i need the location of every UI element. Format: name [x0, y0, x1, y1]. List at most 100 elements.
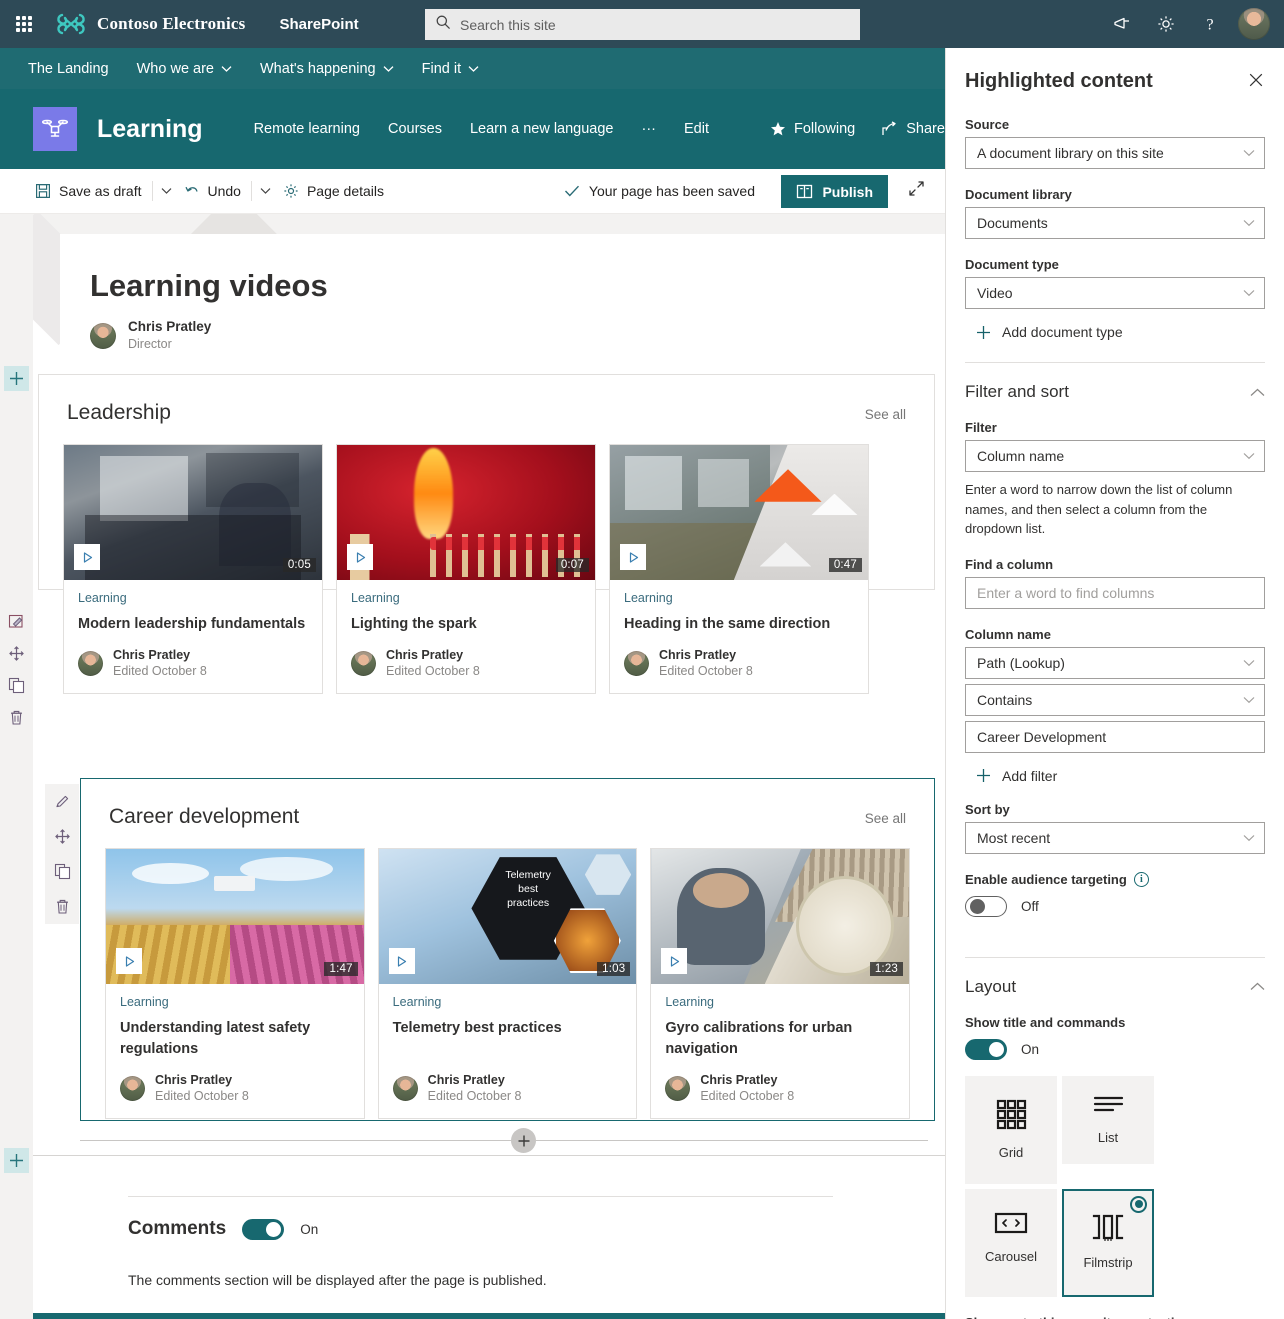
filter-value-input[interactable]: Career Development: [965, 720, 1265, 753]
duplicate-webpart-icon[interactable]: [45, 854, 79, 889]
video-card[interactable]: 0:07 Learning Lighting the spark Chris P…: [336, 444, 596, 694]
card-category[interactable]: Learning: [78, 591, 308, 605]
chevron-down-icon: [1243, 453, 1255, 460]
app-launcher-icon[interactable]: [0, 0, 48, 48]
play-icon[interactable]: [620, 544, 646, 570]
card-category[interactable]: Learning: [624, 591, 854, 605]
search-box[interactable]: [425, 9, 860, 40]
card-author: Chris Pratley: [386, 648, 464, 663]
webpart-career-development[interactable]: Career development See all 1:47 Learning…: [80, 778, 935, 1121]
layout-option-filmstrip[interactable]: Filmstrip: [1062, 1188, 1154, 1297]
column-name-dropdown[interactable]: Path (Lookup): [965, 646, 1265, 679]
info-icon[interactable]: i: [1133, 871, 1149, 887]
undo-button[interactable]: Undo: [177, 177, 248, 205]
video-thumbnail[interactable]: Telemetry best practices 1:03: [378, 849, 637, 984]
video-thumbnail[interactable]: 1:47: [106, 849, 364, 984]
video-card[interactable]: 0:47 Learning Heading in the same direct…: [609, 444, 869, 694]
add-section-button-top[interactable]: [4, 366, 29, 391]
brand-name[interactable]: Contoso Electronics: [97, 14, 245, 34]
edit-section-pencil-icon[interactable]: [5, 610, 28, 633]
delete-webpart-trash-icon[interactable]: [45, 889, 79, 924]
play-icon[interactable]: [74, 544, 100, 570]
find-a-column-input[interactable]: Enter a word to find columns: [965, 576, 1265, 609]
delete-section-trash-icon[interactable]: [5, 706, 28, 729]
site-nav-learn-a-new-language[interactable]: Learn a new language: [470, 121, 614, 137]
source-dropdown[interactable]: A document library on this site: [965, 137, 1265, 169]
comments-toggle[interactable]: [242, 1218, 285, 1240]
card-title[interactable]: Modern leadership fundamentals: [78, 614, 308, 635]
video-card[interactable]: 0:05 Learning Modern leadership fundamen…: [63, 444, 323, 694]
add-filter-button[interactable]: Add filter: [976, 768, 1265, 784]
add-document-type-button[interactable]: Add document type: [976, 324, 1265, 340]
card-category[interactable]: Learning: [351, 591, 581, 605]
webpart-leadership[interactable]: Leadership See all 0:05 Learning Modern …: [38, 374, 935, 694]
play-icon[interactable]: [116, 948, 142, 974]
filter-value: Column name: [977, 448, 1065, 464]
nav-item-who-we-are[interactable]: Who we are: [137, 61, 232, 77]
video-thumbnail[interactable]: 0:07: [337, 445, 595, 580]
add-section-circle-button[interactable]: [511, 1128, 536, 1153]
video-thumbnail[interactable]: 0:47: [610, 445, 868, 580]
save-options-chevron-down-icon[interactable]: [156, 181, 177, 201]
chevron-down-icon: [1243, 834, 1255, 841]
nav-item-the-landing[interactable]: The Landing: [28, 61, 109, 77]
share-button[interactable]: Share: [881, 121, 945, 137]
close-icon[interactable]: [1246, 70, 1266, 95]
expand-icon[interactable]: [908, 180, 925, 202]
video-card[interactable]: Telemetry best practices 1:03 Learning Tel…: [377, 848, 638, 1119]
layout-section-header[interactable]: Layout: [965, 958, 1265, 997]
filter-operator-dropdown[interactable]: Contains: [965, 683, 1265, 716]
card-title[interactable]: Heading in the same direction: [624, 614, 854, 635]
card-title[interactable]: Telemetry best practices: [393, 1018, 623, 1039]
nav-item-find-it[interactable]: Find it: [422, 61, 480, 77]
layout-option-carousel[interactable]: Carousel: [965, 1188, 1057, 1297]
document-type-dropdown[interactable]: Video: [965, 277, 1265, 309]
site-nav-remote-learning[interactable]: Remote learning: [254, 121, 360, 137]
card-category[interactable]: Learning: [393, 995, 623, 1009]
layout-option-grid[interactable]: Grid: [965, 1075, 1057, 1184]
play-icon[interactable]: [347, 544, 373, 570]
video-thumbnail[interactable]: 1:23: [651, 849, 910, 984]
filter-dropdown[interactable]: Column name: [965, 440, 1265, 472]
video-card[interactable]: 1:47 Learning Understanding latest safet…: [105, 848, 365, 1119]
show-title-toggle[interactable]: [965, 1038, 1007, 1060]
move-section-icon[interactable]: [5, 642, 28, 665]
video-thumbnail[interactable]: 0:05: [64, 445, 322, 580]
add-section-button-bottom[interactable]: [4, 1148, 29, 1173]
play-icon[interactable]: [661, 948, 688, 974]
nav-item-whats-happening[interactable]: What's happening: [260, 61, 394, 77]
document-library-dropdown[interactable]: Documents: [965, 207, 1265, 239]
undo-options-chevron-down-icon[interactable]: [255, 181, 276, 201]
audience-targeting-toggle[interactable]: [965, 895, 1007, 917]
see-all-link[interactable]: See all: [865, 811, 906, 826]
suite-app-name[interactable]: SharePoint: [279, 16, 358, 33]
video-card[interactable]: 1:23 Learning Gyro calibrations for urba…: [650, 848, 911, 1119]
megaphone-icon[interactable]: [1102, 4, 1142, 44]
edit-webpart-pencil-icon[interactable]: [45, 784, 79, 819]
site-nav-more-icon[interactable]: ···: [642, 121, 657, 137]
site-nav-edit[interactable]: Edit: [684, 121, 709, 137]
site-nav-courses[interactable]: Courses: [388, 121, 442, 137]
card-title[interactable]: Understanding latest safety regulations: [120, 1018, 350, 1060]
following-button[interactable]: Following: [770, 121, 855, 137]
see-all-link[interactable]: See all: [865, 407, 906, 422]
help-icon[interactable]: ?: [1190, 4, 1230, 44]
duplicate-section-icon[interactable]: [5, 674, 28, 697]
card-category[interactable]: Learning: [665, 995, 895, 1009]
card-category[interactable]: Learning: [120, 995, 350, 1009]
search-input[interactable]: [460, 16, 850, 33]
publish-button[interactable]: Publish: [781, 175, 888, 208]
save-as-draft-button[interactable]: Save as draft: [28, 177, 149, 205]
move-webpart-icon[interactable]: [45, 819, 79, 854]
account-avatar[interactable]: [1238, 8, 1270, 40]
gear-icon[interactable]: [1146, 4, 1186, 44]
layout-option-list[interactable]: List: [1062, 1075, 1154, 1164]
play-icon[interactable]: [388, 948, 415, 974]
page-details-button[interactable]: Page details: [276, 177, 391, 205]
sort-by-dropdown[interactable]: Most recent: [965, 821, 1265, 854]
page-title[interactable]: Learning videos: [60, 234, 945, 304]
card-title[interactable]: Lighting the spark: [351, 614, 581, 635]
filter-and-sort-section-header[interactable]: Filter and sort: [965, 363, 1265, 402]
site-title[interactable]: Learning: [97, 115, 203, 144]
card-title[interactable]: Gyro calibrations for urban navigation: [665, 1018, 895, 1060]
